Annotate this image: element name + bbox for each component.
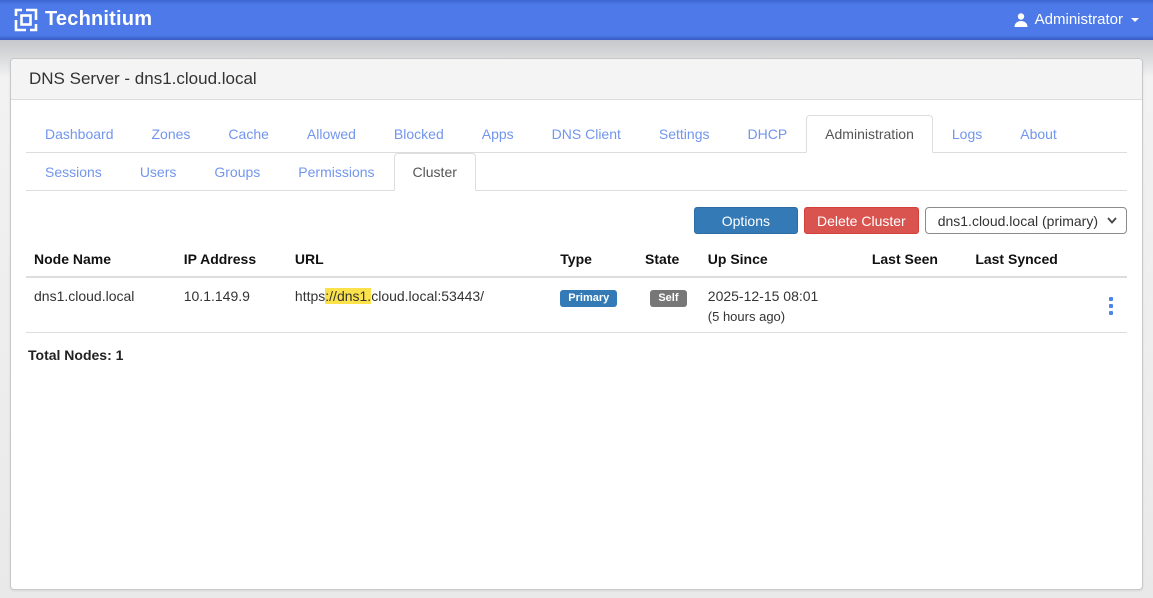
top-navbar: Technitium Administrator	[0, 0, 1153, 40]
tab-settings-label[interactable]: Settings	[640, 115, 729, 153]
cell-actions	[1091, 277, 1127, 333]
tab-allowed[interactable]: Allowed	[288, 115, 375, 153]
tab-dns-client-label[interactable]: DNS Client	[533, 115, 640, 153]
subtab-cluster-label[interactable]: Cluster	[394, 153, 476, 191]
col-header-last-synced: Last Synced	[967, 242, 1090, 277]
col-header-state: State	[637, 242, 700, 277]
cell-url: https://dns1.cloud.local:53443/	[287, 277, 552, 333]
cluster-nodes-table: Node Name IP Address URL Type State Up S…	[26, 242, 1127, 333]
tab-apps-label[interactable]: Apps	[463, 115, 533, 153]
chevron-down-icon	[1107, 217, 1117, 224]
brand-link[interactable]: Technitium	[14, 8, 152, 32]
admin-subtab-bar: Sessions Users Groups Permissions Cluste…	[26, 153, 1127, 191]
state-badge: Self	[650, 290, 686, 307]
tab-apps[interactable]: Apps	[463, 115, 533, 153]
tab-blocked[interactable]: Blocked	[375, 115, 463, 153]
cell-type: Primary	[552, 277, 637, 333]
tab-zones[interactable]: Zones	[133, 115, 210, 153]
subtab-cluster[interactable]: Cluster	[394, 153, 476, 191]
subtab-sessions-label[interactable]: Sessions	[26, 153, 121, 191]
tab-logs[interactable]: Logs	[933, 115, 1001, 153]
col-header-ip-address: IP Address	[176, 242, 287, 277]
cell-state: Self	[637, 277, 700, 333]
tab-cache-label[interactable]: Cache	[209, 115, 287, 153]
col-header-node-name: Node Name	[26, 242, 176, 277]
node-select[interactable]: dns1.cloud.local (primary)	[925, 207, 1127, 234]
tab-dashboard-label[interactable]: Dashboard	[26, 115, 133, 153]
cell-ip-address: 10.1.149.9	[176, 277, 287, 333]
cell-last-synced	[967, 277, 1090, 333]
kebab-menu-icon[interactable]	[1103, 295, 1119, 317]
col-header-actions	[1091, 242, 1127, 277]
table-header-row: Node Name IP Address URL Type State Up S…	[26, 242, 1127, 277]
table-row: dns1.cloud.local 10.1.149.9 https://dns1…	[26, 277, 1127, 333]
user-dropdown[interactable]: Administrator	[1013, 11, 1139, 28]
tab-allowed-label[interactable]: Allowed	[288, 115, 375, 153]
tab-about[interactable]: About	[1001, 115, 1076, 153]
subtab-permissions-label[interactable]: Permissions	[279, 153, 393, 191]
col-header-url: URL	[287, 242, 552, 277]
tab-cache[interactable]: Cache	[209, 115, 287, 153]
url-prefix: https	[295, 288, 325, 304]
node-select-value: dns1.cloud.local (primary)	[938, 213, 1098, 229]
cell-node-name: dns1.cloud.local	[26, 277, 176, 333]
tab-dhcp[interactable]: DHCP	[729, 115, 807, 153]
delete-cluster-button[interactable]: Delete Cluster	[804, 207, 919, 234]
tab-settings[interactable]: Settings	[640, 115, 729, 153]
page-title: DNS Server - dns1.cloud.local	[11, 59, 1142, 100]
cell-last-seen	[864, 277, 967, 333]
main-panel: DNS Server - dns1.cloud.local Dashboard …	[10, 58, 1143, 590]
cell-up-since: 2025-12-15 08:01 (5 hours ago)	[700, 277, 864, 333]
subtab-permissions[interactable]: Permissions	[279, 153, 393, 191]
caret-down-icon	[1131, 18, 1139, 22]
subtab-users[interactable]: Users	[121, 153, 196, 191]
tab-zones-label[interactable]: Zones	[133, 115, 210, 153]
subtab-groups[interactable]: Groups	[195, 153, 279, 191]
up-since-timestamp: 2025-12-15 08:01	[708, 288, 856, 304]
tab-about-label[interactable]: About	[1001, 115, 1076, 153]
up-since-relative: (5 hours ago)	[708, 309, 856, 324]
tab-administration[interactable]: Administration	[806, 115, 933, 153]
main-tab-bar: Dashboard Zones Cache Allowed Blocked Ap…	[26, 115, 1127, 153]
tab-dns-client[interactable]: DNS Client	[533, 115, 640, 153]
technitium-logo-icon	[14, 8, 38, 32]
col-header-type: Type	[552, 242, 637, 277]
cluster-toolbar: Options Delete Cluster dns1.cloud.local …	[26, 207, 1127, 234]
subtab-sessions[interactable]: Sessions	[26, 153, 121, 191]
brand-title: Technitium	[45, 8, 152, 31]
tab-dhcp-label[interactable]: DHCP	[729, 115, 807, 153]
options-button[interactable]: Options	[694, 207, 798, 234]
user-name-label: Administrator	[1035, 11, 1123, 28]
url-highlighted-text: ://dns1.	[325, 288, 371, 304]
type-badge: Primary	[560, 290, 617, 307]
total-nodes-label: Total Nodes: 1	[28, 347, 1125, 363]
subtab-users-label[interactable]: Users	[121, 153, 196, 191]
subtab-groups-label[interactable]: Groups	[195, 153, 279, 191]
tab-dashboard[interactable]: Dashboard	[26, 115, 133, 153]
url-suffix: cloud.local:53443/	[371, 288, 484, 304]
col-header-up-since: Up Since	[700, 242, 864, 277]
person-icon	[1013, 12, 1029, 28]
tab-administration-label[interactable]: Administration	[806, 115, 933, 153]
tab-logs-label[interactable]: Logs	[933, 115, 1001, 153]
col-header-last-seen: Last Seen	[864, 242, 967, 277]
tab-blocked-label[interactable]: Blocked	[375, 115, 463, 153]
